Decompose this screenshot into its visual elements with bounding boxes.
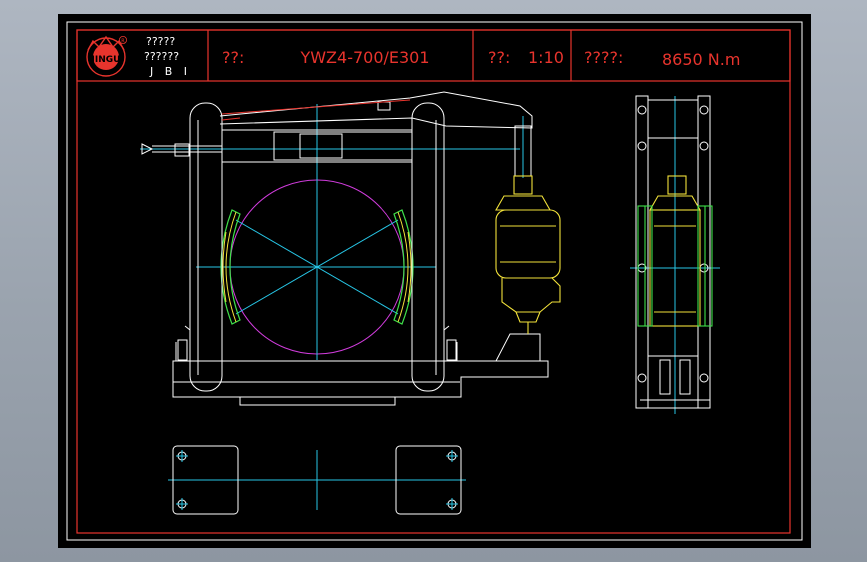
brake-base xyxy=(172,325,549,406)
company-name-line2: ?????? xyxy=(144,50,179,63)
logo-text: JINGU xyxy=(91,55,121,65)
top-lever xyxy=(141,91,533,163)
title-block: JINGU R ????? ?????? J B I ??: YWZ4-700/… xyxy=(76,29,791,82)
side-frame xyxy=(635,95,711,409)
scale-label: ??: xyxy=(488,48,510,67)
side-view xyxy=(630,95,720,414)
name-label: ??: xyxy=(222,48,244,67)
company-name-line1: ????? xyxy=(146,35,175,48)
base-plan-view xyxy=(168,445,466,515)
company-name-line3: J B I xyxy=(149,65,191,78)
cad-viewport[interactable]: JINGU R ????? ?????? J B I ??: YWZ4-700/… xyxy=(58,14,811,548)
front-view xyxy=(140,91,561,406)
svg-text:R: R xyxy=(121,39,125,45)
scale-value: 1:10 xyxy=(528,48,564,67)
brake-drawing: JINGU R ????? ?????? J B I ??: YWZ4-700/… xyxy=(66,21,803,541)
model-value: YWZ4-700/E301 xyxy=(299,48,429,67)
front-centerlines xyxy=(140,104,524,360)
hydraulic-thruster xyxy=(495,175,561,334)
company-logo: JINGU R xyxy=(86,35,128,77)
torque-value: 8650 N.m xyxy=(662,50,740,69)
torque-label: ????: xyxy=(584,48,623,67)
side-centerlines xyxy=(630,96,720,414)
